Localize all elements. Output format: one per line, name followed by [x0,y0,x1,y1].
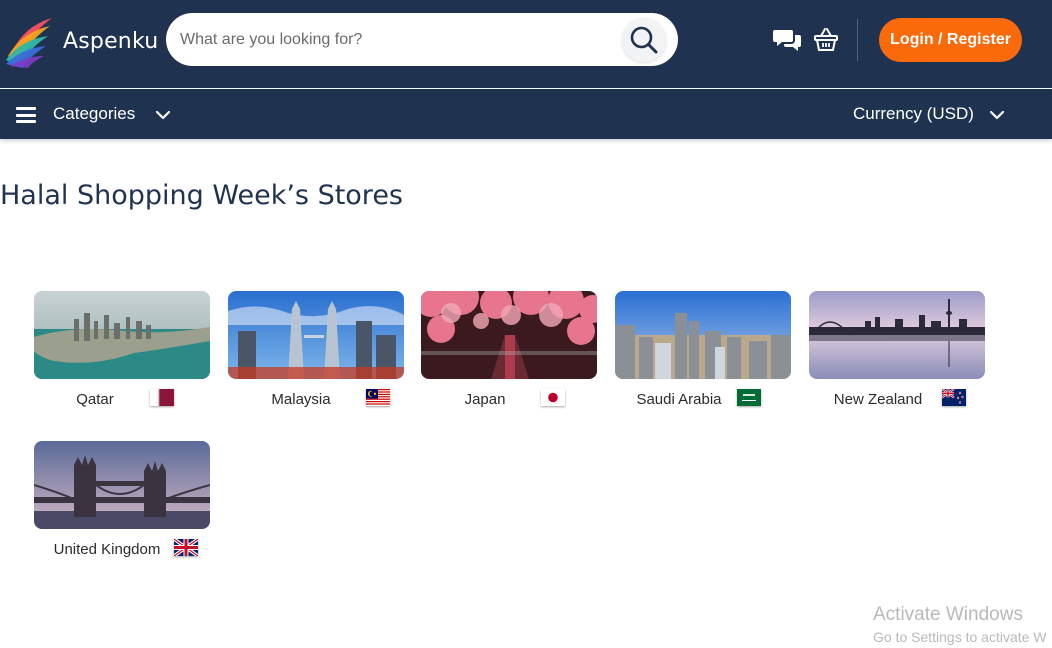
categories-dropdown[interactable]: Categories [53,104,135,124]
search-button[interactable] [622,18,666,62]
store-card-malaysia[interactable]: Malaysia [228,291,404,408]
store-card-japan[interactable]: Japan [421,291,597,408]
store-card-saudi-arabia[interactable]: Saudi Arabia [615,291,791,408]
currency-dropdown[interactable]: Currency (USD) [853,104,974,124]
header-divider [857,19,858,61]
store-card-united-kingdom[interactable]: United Kingdom [34,441,210,558]
saudi-arabia-flag-icon [737,389,761,406]
store-image[interactable] [228,291,404,379]
hamburger-menu-icon[interactable] [16,107,36,123]
store-name[interactable]: Saudi Arabia [624,389,734,411]
store-name[interactable]: Qatar [40,389,150,411]
login-register-button[interactable]: Login / Register [879,18,1022,62]
store-image[interactable] [34,441,210,529]
activate-windows-watermark: Activate Windows [873,604,1023,625]
malaysia-flag-icon [366,389,390,406]
store-card-new-zealand[interactable]: New Zealand [809,291,985,408]
activate-windows-hint: Go to Settings to activate W [873,629,1047,645]
search-input[interactable] [180,27,620,53]
store-name[interactable]: Malaysia [246,389,356,411]
basket-icon[interactable] [813,26,839,52]
united-kingdom-flag-icon [174,539,198,556]
store-name[interactable]: United Kingdom [52,539,162,561]
top-header: Aspenku Login / Register [0,0,1052,88]
page-title: Halal Shopping Week’s Stores [0,180,403,211]
aspenku-logo-icon[interactable] [2,12,58,68]
chevron-down-icon[interactable] [156,110,170,120]
chevron-down-icon[interactable] [990,110,1004,120]
new-zealand-flag-icon [942,389,966,406]
search-bar [166,13,678,66]
store-image[interactable] [615,291,791,379]
store-image[interactable] [809,291,985,379]
qatar-flag-icon [150,389,174,406]
chat-icon[interactable] [772,28,802,52]
store-card-qatar[interactable]: Qatar [34,291,210,408]
category-navbar: Categories Currency (USD) [0,89,1052,139]
search-icon [630,26,658,54]
store-image[interactable] [34,291,210,379]
store-image[interactable] [421,291,597,379]
store-name[interactable]: New Zealand [823,389,933,411]
store-name[interactable]: Japan [430,389,540,411]
japan-flag-icon [541,389,565,406]
brand-name[interactable]: Aspenku [63,29,158,54]
